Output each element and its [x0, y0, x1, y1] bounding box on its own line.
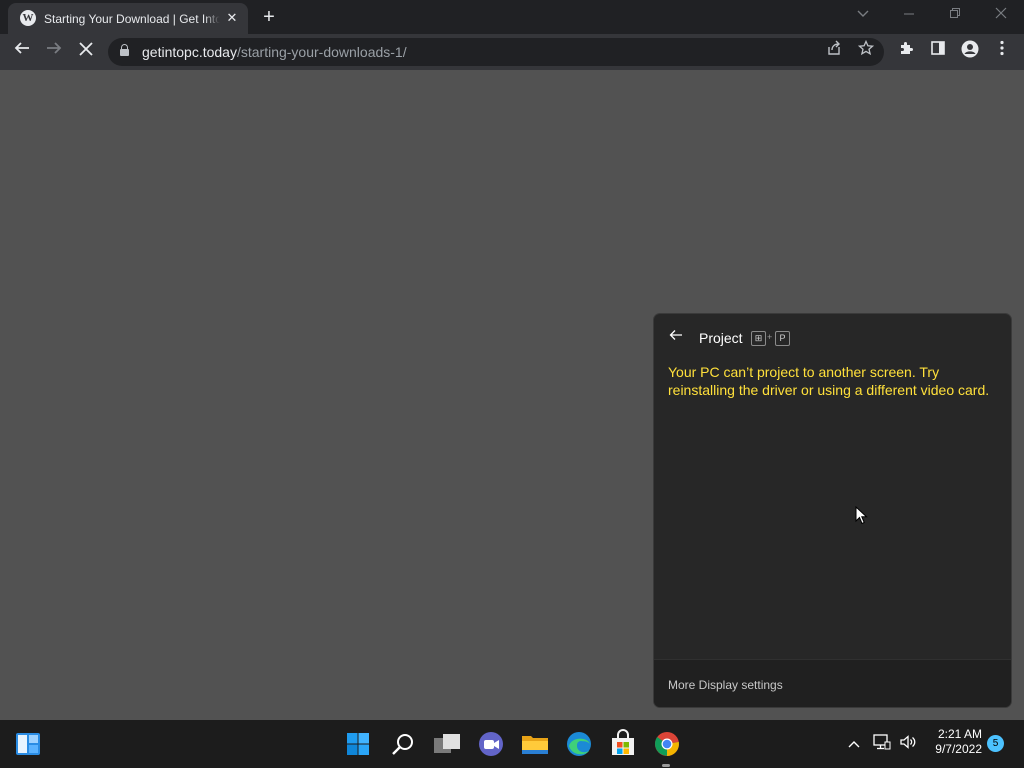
share-icon[interactable]: [822, 40, 846, 64]
tab-search-button[interactable]: [849, 4, 877, 26]
shortcut-plus: +: [767, 332, 773, 342]
stop-loading-button[interactable]: [74, 40, 98, 64]
p-key: P: [775, 331, 790, 346]
flyout-footer: More Display settings: [654, 659, 1011, 707]
flyout-title: Project: [699, 330, 743, 346]
tab-close-button[interactable]: ✕: [224, 10, 240, 26]
puzzle-icon: [901, 42, 913, 54]
chevron-down-icon: [857, 10, 869, 17]
chrome-menu-button[interactable]: [990, 40, 1014, 64]
chrome-icon[interactable]: [651, 728, 683, 760]
stop-icon: [79, 42, 93, 56]
minimize-button[interactable]: [895, 4, 923, 26]
volume-icon[interactable]: [897, 734, 919, 754]
chat-icon[interactable]: [475, 728, 507, 760]
taskbar: 2:21 AM 9/7/2022 5: [0, 720, 1024, 768]
mouse-cursor-icon: [855, 506, 868, 525]
widgets-icon[interactable]: [12, 728, 44, 760]
extensions-button[interactable]: [894, 40, 918, 64]
new-tab-button[interactable]: +: [258, 6, 280, 28]
task-view-icon[interactable]: [431, 728, 463, 760]
bookmark-star-icon[interactable]: [854, 39, 878, 64]
wordpress-icon: W: [20, 10, 36, 26]
store-icon[interactable]: [607, 728, 639, 760]
minimize-icon: [904, 13, 914, 15]
show-hidden-icons-button[interactable]: [845, 734, 863, 754]
browser-tab-strip: W Starting Your Download | Get Into PC ✕…: [0, 0, 1024, 34]
notification-badge[interactable]: 5: [987, 735, 1004, 752]
error-message: Your PC can’t project to another screen.…: [668, 364, 990, 398]
side-panel-button[interactable]: [926, 40, 950, 64]
url-text[interactable]: getintopc.today/starting-your-downloads-…: [142, 44, 407, 60]
browser-toolbar: getintopc.today/starting-your-downloads-…: [0, 34, 1024, 70]
close-window-button[interactable]: [987, 4, 1015, 26]
address-bar[interactable]: getintopc.today/starting-your-downloads-…: [108, 38, 884, 66]
chevron-up-icon: [848, 741, 860, 748]
search-icon[interactable]: [387, 728, 419, 760]
clock-date: 9/7/2022: [935, 742, 982, 756]
back-arrow-icon: [669, 330, 682, 340]
browser-tab[interactable]: W Starting Your Download | Get Into PC ✕: [8, 3, 248, 34]
lock-icon: [120, 44, 129, 56]
clock-time: 2:21 AM: [937, 727, 982, 741]
profile-icon: [961, 40, 979, 58]
profile-button[interactable]: [958, 40, 982, 64]
back-button[interactable]: [666, 328, 686, 346]
start-icon[interactable]: [342, 728, 374, 760]
restore-button[interactable]: [941, 4, 969, 26]
side-panel-icon: [931, 41, 945, 55]
clock[interactable]: 2:21 AM 9/7/2022: [926, 727, 982, 757]
edge-icon[interactable]: [563, 728, 595, 760]
back-button[interactable]: [10, 40, 34, 64]
forward-arrow-icon: [47, 42, 62, 54]
more-display-settings-link[interactable]: More Display settings: [668, 678, 783, 692]
forward-button[interactable]: [42, 40, 66, 64]
close-icon: [995, 7, 1007, 19]
file-explorer-icon[interactable]: [519, 728, 551, 760]
active-app-indicator: [662, 764, 670, 767]
back-arrow-icon: [14, 42, 29, 54]
project-flyout: Project ⊞ + P Your PC can’t project to a…: [653, 313, 1012, 708]
more-vert-icon: [1000, 40, 1004, 56]
restore-icon: [950, 8, 960, 18]
tab-title: Starting Your Download | Get Into PC: [44, 10, 220, 28]
windows-key-icon: ⊞: [751, 331, 766, 346]
network-icon[interactable]: [871, 734, 893, 754]
